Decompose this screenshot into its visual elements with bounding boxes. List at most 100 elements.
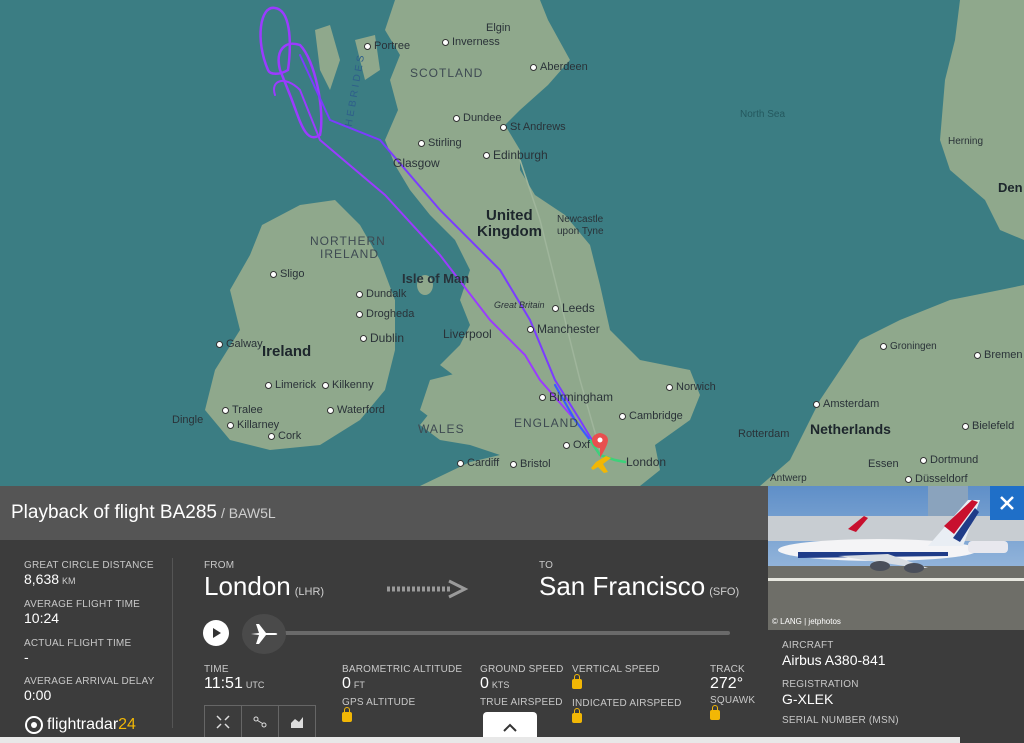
baro-alt-value: 0: [342, 675, 351, 692]
label-dusseldorf: Düsseldorf: [905, 473, 968, 485]
playback-panel: Playback of flight BA285/ BAW5L GREAT CI…: [0, 486, 768, 743]
from-city: London: [204, 571, 291, 601]
label-essen: Essen: [868, 458, 899, 470]
time-block: TIME 11:51 UTC: [204, 664, 264, 693]
playback-progress-bar[interactable]: [266, 631, 730, 635]
avg-arrival-delay-label: AVERAGE ARRIVAL DELAY: [24, 676, 155, 687]
playback-slider-handle[interactable]: [242, 614, 286, 654]
label-edinburgh: Edinburgh: [483, 148, 548, 162]
flight-title: Playback of flight BA285: [11, 502, 217, 523]
vertical-speed-label: VERTICAL SPEED: [572, 664, 660, 675]
close-icon: [1000, 496, 1014, 510]
label-amsterdam: Amsterdam: [813, 398, 879, 410]
indicated-airspeed-label: INDICATED AIRSPEED: [572, 698, 682, 709]
label-isle-of-man: Isle of Man: [402, 271, 470, 286]
label-antwerp: Antwerp: [770, 473, 807, 484]
bottom-strip: [0, 737, 960, 743]
time-value: 11:51: [204, 675, 243, 692]
photo-credit[interactable]: © LANG | jetphotos: [772, 617, 841, 626]
label-liverpool: Liverpool: [443, 327, 492, 341]
registration-label: REGISTRATION: [782, 679, 859, 690]
squawk-lock-icon[interactable]: [710, 705, 720, 720]
label-aberdeen: Aberdeen: [530, 61, 588, 73]
true-airspeed-label: TRUE AIRSPEED: [480, 697, 563, 708]
graph-tool-button[interactable]: [279, 706, 315, 738]
label-portree: Portree: [364, 40, 410, 52]
close-button[interactable]: [990, 486, 1024, 520]
flight-map[interactable]: Portree Inverness Elgin SCOTLAND Aberdee…: [0, 0, 1024, 486]
label-herning: Herning: [948, 136, 984, 147]
label-wales: WALES: [418, 422, 465, 436]
route-tool-button[interactable]: [242, 706, 279, 738]
from-label: FROM: [204, 560, 235, 571]
squawk-label: SQUAWK: [710, 695, 756, 706]
avg-arrival-delay-value: 0:00: [24, 687, 52, 703]
actual-flight-time-value: -: [24, 649, 29, 665]
flight-callsign: / BAW5L: [220, 505, 276, 521]
actual-flight-time: ACTUAL FLIGHT TIME -: [24, 638, 131, 665]
label-london: London: [626, 455, 667, 469]
flightradar24-logo: flightradar 24: [24, 715, 136, 735]
aircraft-label: AIRCRAFT: [782, 640, 834, 651]
label-sligo: Sligo: [270, 268, 304, 280]
gps-alt-lock-icon[interactable]: [342, 707, 352, 722]
baro-alt-unit: FT: [353, 680, 365, 690]
label-glasgow: Glasgow: [393, 156, 440, 170]
label-kilkenny: Kilkenny: [322, 379, 374, 391]
aircraft-photo[interactable]: © LANG | jetphotos: [768, 486, 1024, 630]
aircraft-value: Airbus A380-841: [782, 652, 886, 668]
serial-number-label: SERIAL NUMBER (MSN): [782, 715, 899, 726]
label-dundee: Dundee: [453, 112, 502, 124]
great-circle-value: 8,638: [24, 571, 60, 587]
label-dortmund: Dortmund: [920, 454, 978, 466]
label-england: ENGLAND: [514, 416, 580, 430]
label-kingdom: Kingdom: [477, 223, 542, 240]
vertical-speed-block: VERTICAL SPEED INDICATED AIRSPEED: [572, 664, 682, 728]
label-elgin: Elgin: [486, 22, 511, 34]
avg-flight-time-label: AVERAGE FLIGHT TIME: [24, 599, 141, 610]
label-leeds: Leeds: [552, 301, 595, 315]
label-northern: NORTHERN: [310, 234, 386, 248]
radar-logo-icon: [25, 716, 43, 734]
map-canvas: [0, 0, 1024, 486]
label-birmingham: Birmingham: [539, 390, 613, 404]
actual-flight-time-label: ACTUAL FLIGHT TIME: [24, 638, 132, 649]
label-tralee: Tralee: [222, 404, 263, 416]
aircraft-photo-image: [768, 486, 1024, 630]
chevron-up-icon: [503, 723, 517, 732]
label-manchester: Manchester: [527, 322, 600, 336]
label-cambridge: Cambridge: [619, 410, 683, 422]
vertical-speed-lock-icon[interactable]: [572, 674, 582, 689]
label-stirling: Stirling: [418, 137, 462, 149]
track-value: 272°: [710, 675, 744, 692]
route-from: FROM London (LHR): [204, 560, 324, 602]
time-unit: UTC: [245, 680, 265, 690]
playback-tools: [204, 705, 316, 739]
to-city: San Francisco: [539, 571, 706, 601]
indicated-airspeed-lock-icon[interactable]: [572, 708, 582, 723]
label-dingle: Dingle: [172, 414, 204, 426]
label-rotterdam: Rotterdam: [738, 428, 790, 440]
airplane-icon: [251, 624, 278, 644]
to-label: TO: [539, 560, 554, 571]
panel-divider: [172, 558, 173, 728]
label-cardiff: Cardiff: [457, 457, 499, 469]
label-united: United: [486, 207, 533, 224]
great-circle-unit: KM: [62, 576, 76, 586]
label-north-sea: North Sea: [740, 109, 786, 120]
route-to: TO San Francisco (SFO): [539, 560, 739, 602]
average-arrival-delay: AVERAGE ARRIVAL DELAY 0:00: [24, 676, 155, 703]
label-ireland: Ireland: [262, 343, 312, 360]
collapse-tool-button[interactable]: [205, 706, 242, 738]
barometric-altitude-block: BAROMETRIC ALTITUDE 0 FT GPS ALTITUDE: [342, 664, 462, 727]
play-icon: [213, 628, 221, 638]
registration-value: G-XLEK: [782, 691, 834, 707]
average-flight-time: AVERAGE FLIGHT TIME 10:24: [24, 599, 140, 626]
logo-number: 24: [118, 716, 136, 733]
label-bremen: Bremen: [974, 349, 1023, 361]
baro-alt-label: BAROMETRIC ALTITUDE: [342, 664, 463, 675]
label-drogheda: Drogheda: [356, 308, 414, 320]
label-waterford: Waterford: [327, 404, 385, 416]
from-code: (LHR): [294, 586, 325, 598]
play-button[interactable]: [203, 620, 229, 646]
